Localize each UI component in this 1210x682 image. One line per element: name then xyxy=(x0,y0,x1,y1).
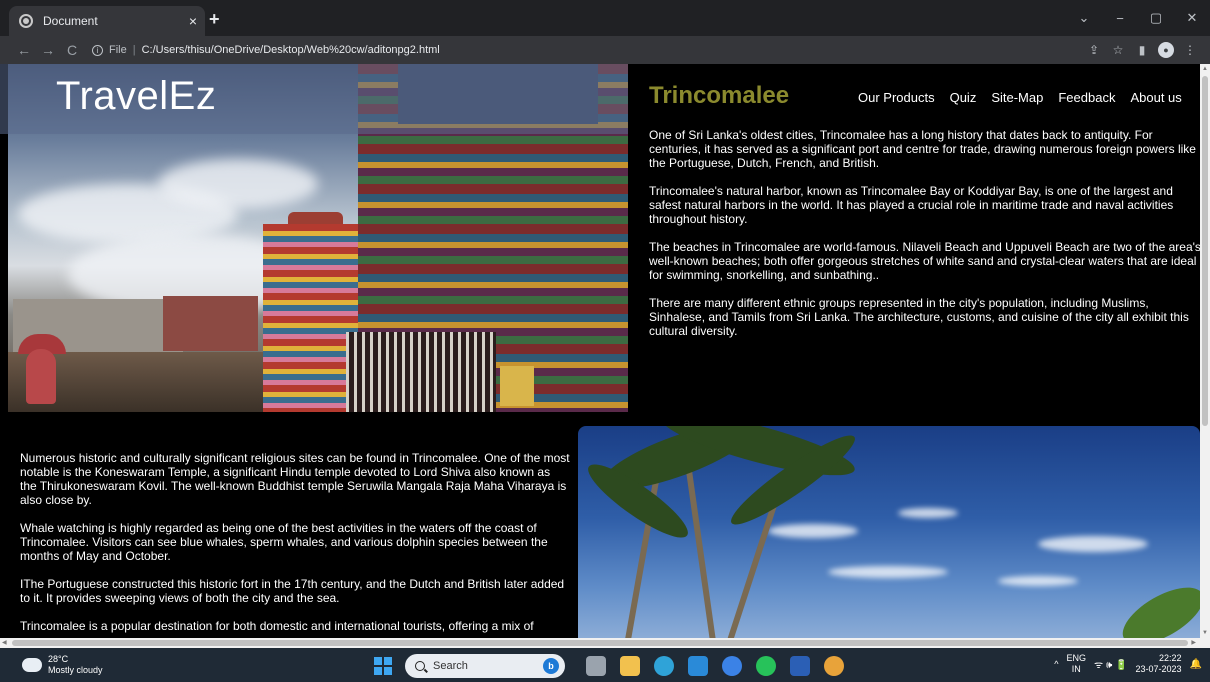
paragraph: The beaches in Trincomalee are world-fam… xyxy=(649,240,1200,282)
bing-icon[interactable]: b xyxy=(543,658,559,674)
forward-button[interactable]: → xyxy=(36,42,60,58)
whatsapp-icon[interactable] xyxy=(756,656,776,676)
chrome-canary-icon[interactable] xyxy=(722,656,742,676)
paragraph: Whale watching is highly regarded as bei… xyxy=(20,521,548,563)
address-bar[interactable]: i File | C:/Users/thisu/OneDrive/Desktop… xyxy=(92,39,1082,61)
close-window-button[interactable]: ✕ xyxy=(1174,10,1210,26)
horizontal-scroll-thumb[interactable] xyxy=(12,640,1188,646)
notification-icon[interactable]: 🔔 xyxy=(1190,659,1202,670)
language-indicator[interactable]: ENG IN xyxy=(1067,653,1087,675)
scroll-right-icon[interactable]: ▶ xyxy=(1191,638,1196,648)
minimize-button[interactable]: − xyxy=(1102,11,1138,26)
star-icon[interactable]: ☆ xyxy=(1106,43,1130,57)
windows-taskbar: 28°C Mostly cloudy Search b ^ ENG IN ᯤ 🕪… xyxy=(0,648,1210,682)
url-text[interactable]: C:/Users/thisu/OneDrive/Desktop/Web%20cw… xyxy=(142,44,440,56)
paragraph: IThe Portuguese constructed this histori… xyxy=(20,577,565,605)
browser-tabstrip: Document × + ⌄ − ▢ ✕ xyxy=(0,0,1210,36)
browser-toolbar: ← → C i File | C:/Users/thisu/OneDrive/D… xyxy=(0,36,1210,64)
paragraph: There are many different ethnic groups r… xyxy=(649,296,1189,338)
sidepanel-icon[interactable]: ▮ xyxy=(1130,43,1154,57)
main-nav: Our Products Quiz Site-Map Feedback Abou… xyxy=(858,90,1182,105)
search-placeholder: Search xyxy=(433,660,468,672)
paragraph: One of Sri Lanka's oldest cities, Trinco… xyxy=(649,128,1196,170)
tab-document[interactable]: Document × xyxy=(9,6,205,36)
window-controls: ⌄ − ▢ ✕ xyxy=(1066,0,1210,36)
nav-site-map[interactable]: Site-Map xyxy=(991,90,1043,105)
weather-condition: Mostly cloudy xyxy=(48,665,103,675)
nav-feedback[interactable]: Feedback xyxy=(1058,90,1115,105)
new-tab-button[interactable]: + xyxy=(209,10,220,28)
history-section: One of Sri Lanka's oldest cities, Trinco… xyxy=(649,128,1200,352)
tab-title: Document xyxy=(43,14,98,28)
close-tab-icon[interactable]: × xyxy=(189,14,197,28)
url-separator: | xyxy=(132,44,136,56)
nav-about-us[interactable]: About us xyxy=(1130,90,1181,105)
toolbar-icons: ⇪ ☆ ▮ ● ⋮ xyxy=(1082,42,1202,58)
attractions-section: Numerous historic and culturally signifi… xyxy=(20,451,570,638)
tray-chevron-icon[interactable]: ^ xyxy=(1054,659,1058,669)
tab-search-icon[interactable]: ⌄ xyxy=(1066,10,1102,26)
scroll-up-icon[interactable]: ▲ xyxy=(1200,66,1210,72)
windows-start-icon[interactable] xyxy=(374,657,392,675)
chrome-icon[interactable] xyxy=(824,656,844,676)
back-button[interactable]: ← xyxy=(12,42,36,58)
word-icon[interactable] xyxy=(790,656,810,676)
beach-image xyxy=(578,426,1200,638)
vertical-scrollbar[interactable]: ▲ ▼ xyxy=(1200,64,1210,638)
page-viewport: TravelEz Trincomalee Our Products Quiz S… xyxy=(0,64,1200,638)
horizontal-scrollbar[interactable]: ◀ ▶ xyxy=(0,638,1210,648)
site-logo[interactable]: TravelEz xyxy=(56,74,216,119)
page-title: Trincomalee xyxy=(649,82,790,109)
pinned-apps xyxy=(586,656,844,676)
reload-button[interactable]: C xyxy=(60,42,84,58)
maximize-button[interactable]: ▢ xyxy=(1138,10,1174,26)
edge-icon[interactable] xyxy=(654,656,674,676)
scroll-down-icon[interactable]: ▼ xyxy=(1200,630,1210,636)
nav-our-products[interactable]: Our Products xyxy=(858,90,935,105)
url-scheme: File xyxy=(109,44,127,56)
file-explorer-icon[interactable] xyxy=(620,656,640,676)
network-volume-battery-icon[interactable]: ᯤ 🕪 🔋 xyxy=(1094,657,1127,671)
scroll-left-icon[interactable]: ◀ xyxy=(2,638,7,648)
profile-icon[interactable]: ● xyxy=(1158,42,1174,58)
task-view-icon[interactable] xyxy=(586,656,606,676)
share-icon[interactable]: ⇪ xyxy=(1082,43,1106,57)
taskbar-search[interactable]: Search b xyxy=(405,654,565,678)
search-icon xyxy=(415,661,425,671)
nav-quiz[interactable]: Quiz xyxy=(950,90,977,105)
weather-widget[interactable]: 28°C Mostly cloudy xyxy=(22,654,103,676)
partly-cloudy-icon xyxy=(22,654,42,672)
paragraph: Numerous historic and culturally signifi… xyxy=(20,451,570,507)
system-tray: ^ ENG IN ᯤ 🕪 🔋 22:22 23-07-2023 🔔 xyxy=(1054,653,1202,675)
paragraph: Trincomalee is a popular destination for… xyxy=(20,619,534,633)
temperature: 28°C xyxy=(48,654,69,664)
menu-icon[interactable]: ⋮ xyxy=(1178,43,1202,57)
vscode-icon[interactable] xyxy=(688,656,708,676)
vertical-scroll-thumb[interactable] xyxy=(1202,76,1208,426)
globe-icon xyxy=(19,14,33,28)
info-icon[interactable]: i xyxy=(92,44,103,56)
clock[interactable]: 22:22 23-07-2023 xyxy=(1136,653,1182,675)
paragraph: Trincomalee's natural harbor, known as T… xyxy=(649,184,1174,226)
